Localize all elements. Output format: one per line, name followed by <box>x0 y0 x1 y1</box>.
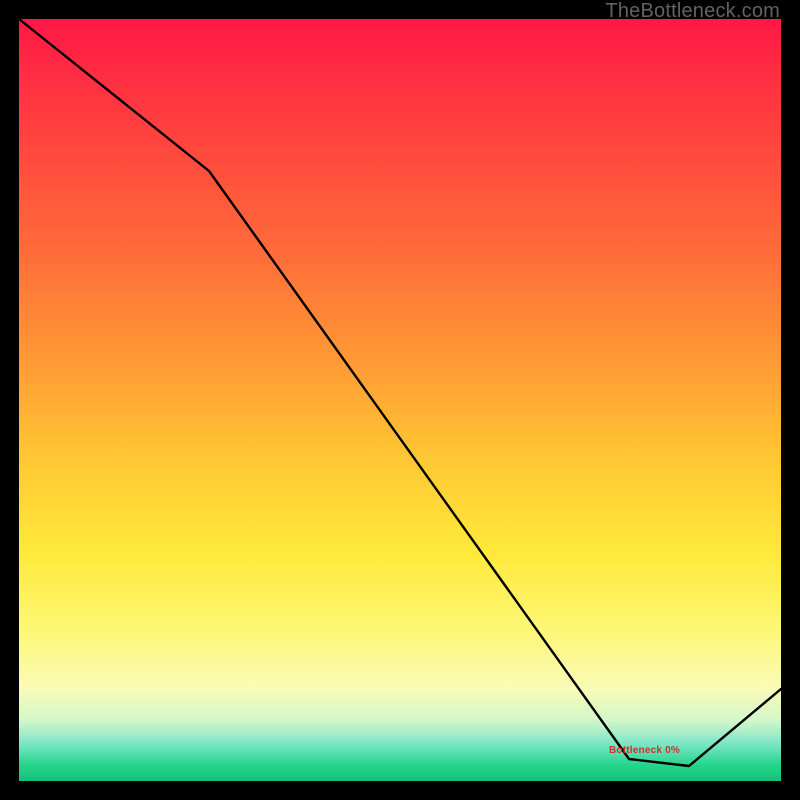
chart-line-layer <box>19 19 781 781</box>
annotation-bottleneck-zero: Bottleneck 0% <box>609 745 680 756</box>
bottleneck-line <box>19 19 781 766</box>
chart-frame: Bottleneck 0% <box>19 19 781 781</box>
